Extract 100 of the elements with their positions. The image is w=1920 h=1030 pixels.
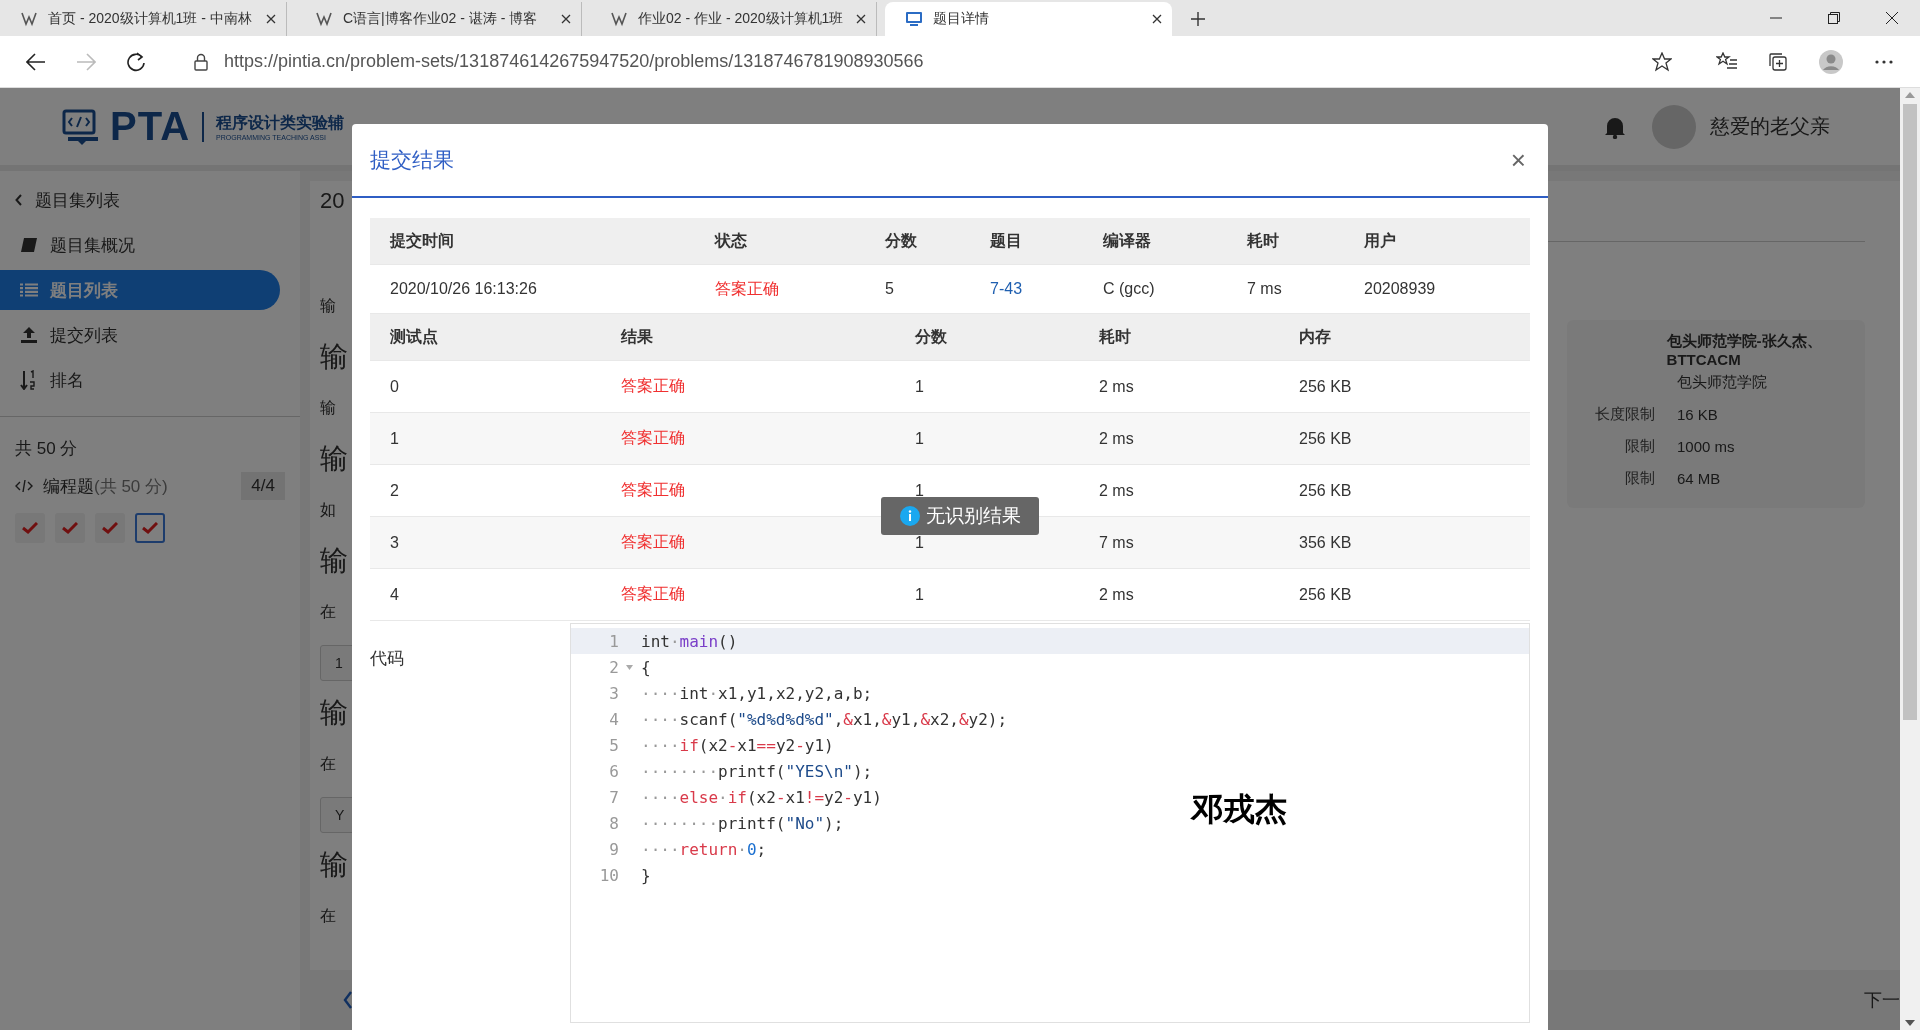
- table-cell: 256 KB: [1299, 377, 1352, 395]
- lock-icon: [194, 52, 208, 71]
- info-label: 长度限制: [1595, 404, 1655, 422]
- line-number: 5: [609, 735, 619, 755]
- scroll-down-icon[interactable]: [1905, 1020, 1915, 1026]
- table-cell: 答案正确: [621, 481, 685, 498]
- column-header: 测试点: [390, 327, 438, 345]
- section-title[interactable]: 编程题(共 50 分): [43, 474, 168, 498]
- favorites-icon[interactable]: [1716, 51, 1738, 72]
- sidebar-item[interactable]: 题目列表: [0, 270, 280, 310]
- column-header: 题目: [990, 231, 1022, 249]
- close-icon[interactable]: [266, 14, 276, 24]
- scrollbar[interactable]: [1900, 88, 1920, 1030]
- code-line: ····else·if(x2-x1!=y2-y1): [640, 787, 882, 807]
- code-line: ········printf("No");: [640, 813, 844, 833]
- table-cell: 1: [915, 533, 924, 551]
- table-cell: 2020/10/26 16:13:26: [390, 280, 537, 297]
- section-heading: 输: [320, 848, 349, 882]
- close-icon[interactable]: [856, 14, 866, 24]
- line-number: 6: [609, 761, 619, 781]
- table-cell: 4: [390, 585, 399, 603]
- code-line: ····if(x2-x1==y2-y1): [640, 735, 834, 755]
- problem-title: 20: [320, 187, 346, 215]
- table-cell: 2 ms: [1099, 481, 1134, 499]
- more-icon[interactable]: [1874, 58, 1894, 65]
- problem-button[interactable]: [135, 513, 165, 543]
- table-cell: 356 KB: [1299, 533, 1352, 551]
- table-cell: 答案正确: [621, 533, 685, 550]
- line-number: 2: [609, 657, 619, 677]
- profile-icon[interactable]: [1818, 48, 1844, 75]
- problem-button[interactable]: [15, 513, 45, 543]
- table-cell: 答案正确: [621, 585, 685, 602]
- collections-icon[interactable]: [1768, 51, 1788, 72]
- column-header: 编译器: [1103, 231, 1151, 249]
- sidebar-item[interactable]: 题目集概况: [0, 225, 280, 265]
- close-icon[interactable]: [1886, 12, 1898, 24]
- column-header: 结果: [621, 327, 653, 345]
- close-icon[interactable]: [1152, 14, 1162, 24]
- column-header: 分数: [885, 231, 917, 249]
- problem-button[interactable]: [55, 513, 85, 543]
- section-heading: 输: [320, 442, 349, 476]
- monitor-icon: [905, 11, 923, 27]
- problem-text: 在: [320, 602, 337, 622]
- info-value: 包头师范学院-张久杰、BTTCACM: [1666, 332, 1823, 368]
- star-icon[interactable]: [1652, 51, 1672, 72]
- problem-text: 在: [320, 754, 337, 774]
- code-line: ····int·x1,y1,x2,y2,a,b;: [640, 683, 873, 703]
- line-number: 1: [609, 631, 619, 651]
- maximize-icon[interactable]: [1828, 12, 1840, 24]
- sidebar-item[interactable]: 提交列表: [0, 315, 280, 355]
- book-icon: [20, 237, 38, 253]
- table-cell: 1: [390, 429, 399, 447]
- list-icon: [20, 283, 38, 297]
- code-label: 代码: [370, 649, 404, 668]
- chevron-left-icon: [15, 194, 23, 206]
- refresh-icon[interactable]: [126, 51, 146, 72]
- table-cell: 答案正确: [621, 429, 685, 446]
- sidebar-item[interactable]: 排名: [0, 360, 280, 400]
- chevron-left-icon[interactable]: [343, 991, 353, 1009]
- table-cell: 7 ms: [1247, 280, 1282, 297]
- total-score: 共 50 分: [14, 438, 79, 460]
- next-link[interactable]: 下一: [1864, 988, 1900, 1012]
- browser-tab[interactable]: 题目详情: [885, 2, 1172, 36]
- problem-button[interactable]: [95, 513, 125, 543]
- problem-text: 在: [320, 906, 337, 926]
- table-cell: 256 KB: [1299, 429, 1352, 447]
- sidebar-item[interactable]: 题目集列表: [0, 180, 280, 220]
- code-line: ········printf("YES\n");: [640, 761, 873, 781]
- back-icon[interactable]: [26, 52, 46, 71]
- dialog-title: 提交结果: [370, 147, 454, 173]
- problem-link[interactable]: 7-43: [990, 280, 1023, 297]
- line-number: 10: [599, 865, 619, 885]
- table-cell: 1: [915, 585, 924, 603]
- line-number: 9: [609, 839, 619, 859]
- info-value: 64 MB: [1677, 469, 1721, 487]
- column-header: 提交时间: [390, 231, 454, 249]
- line-number: 4: [609, 709, 619, 729]
- user-name[interactable]: 慈爱的老父亲: [1710, 113, 1830, 140]
- code-line: {: [640, 657, 651, 677]
- close-icon[interactable]: [561, 14, 571, 24]
- table-cell: 2 ms: [1099, 585, 1134, 603]
- table-cell: 2: [390, 481, 399, 499]
- table-cell: 1: [915, 481, 924, 499]
- close-button[interactable]: ×: [1506, 144, 1530, 176]
- toast-message: 无识别结果: [925, 504, 1021, 528]
- column-header: 用户: [1364, 231, 1396, 249]
- code-line: ····scanf("%d%d%d%d",&x1,&y1,&x2,&y2);: [640, 709, 1008, 729]
- platform-name: 程序设计类实验辅: [216, 112, 345, 133]
- column-header: 状态: [715, 231, 747, 249]
- upload-icon: [20, 326, 38, 344]
- new-tab-icon[interactable]: [1190, 11, 1206, 27]
- info-value: 16 KB: [1677, 405, 1718, 423]
- name-overlay-text: 邓戎杰: [1191, 790, 1287, 829]
- table-cell: 2 ms: [1099, 377, 1134, 395]
- column-header: 耗时: [1099, 327, 1131, 345]
- code-line: int·main(): [640, 631, 738, 651]
- section-heading: 输: [320, 544, 349, 578]
- code-icon: [15, 479, 33, 493]
- table-cell: 7 ms: [1099, 533, 1134, 551]
- table-cell: 1: [915, 429, 924, 447]
